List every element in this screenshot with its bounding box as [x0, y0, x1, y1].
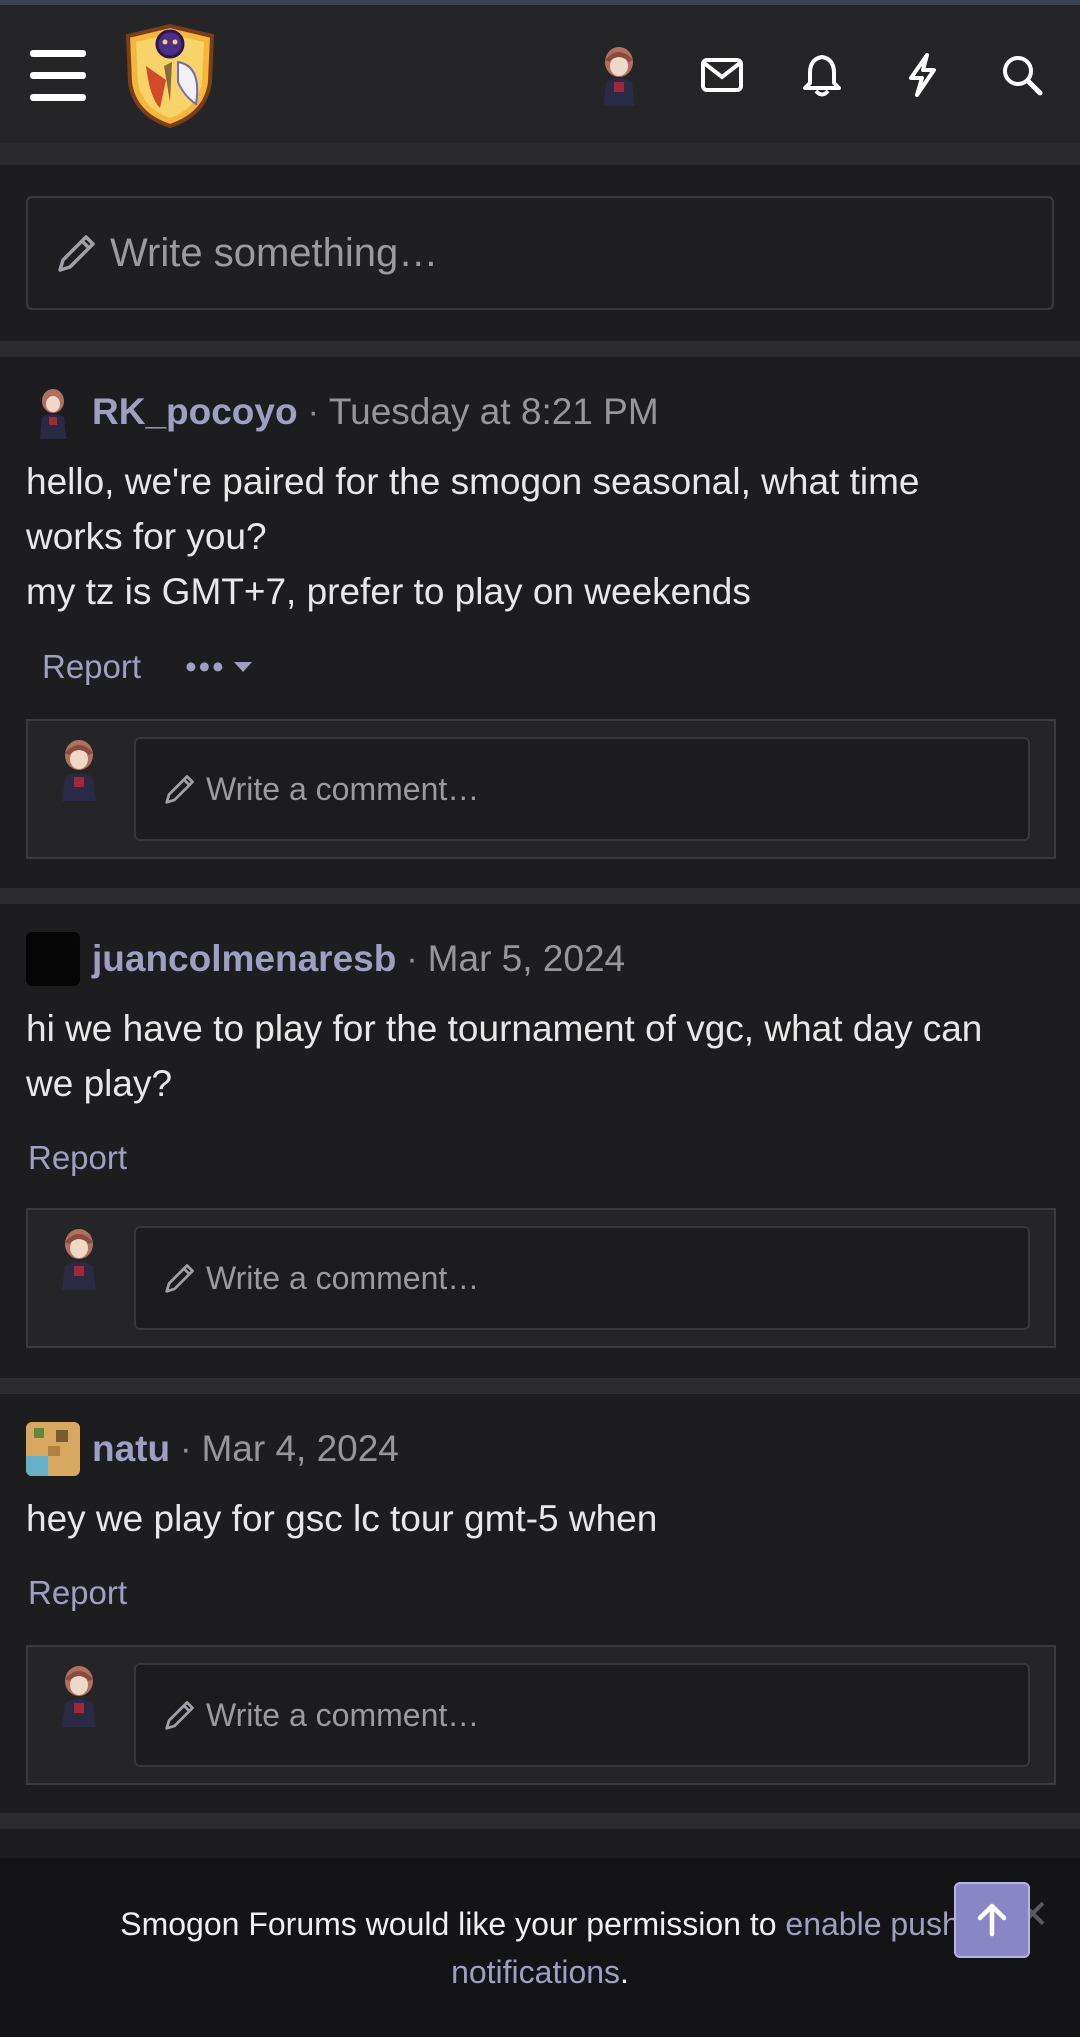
- bell-icon[interactable]: [790, 43, 854, 107]
- ellipsis-icon: •••: [185, 648, 226, 685]
- header-divider: [0, 143, 1080, 165]
- avatar: [50, 737, 108, 801]
- post-header: juancolmenaresb · Mar 5, 2024: [26, 931, 625, 987]
- post-message: hello, we're paired for the smogon seaso…: [26, 454, 1056, 619]
- comment-input[interactable]: Write a comment…: [134, 1663, 1030, 1767]
- report-link[interactable]: Report: [28, 1139, 127, 1177]
- notification-text: Smogon Forums would like your permission…: [120, 1906, 786, 1942]
- bolt-icon[interactable]: [890, 43, 954, 107]
- enable-push-link[interactable]: notifications: [451, 1954, 620, 1990]
- post-message: hey we play for gsc lc tour gmt-5 when: [26, 1491, 1056, 1546]
- arrow-up-icon: [977, 1903, 1007, 1937]
- message-line: hello, we're paired for the smogon seaso…: [26, 461, 920, 502]
- comment-section: Write a comment…: [26, 1208, 1056, 1348]
- user-avatar[interactable]: [586, 43, 652, 107]
- post-date[interactable]: Mar 5, 2024: [428, 938, 625, 980]
- separator-dot: ·: [307, 392, 319, 431]
- message-line: we play?: [26, 1063, 173, 1104]
- post-actions: Report •••: [42, 648, 254, 686]
- pencil-icon: [165, 1701, 194, 1730]
- notification-message: Smogon Forums would like your permission…: [40, 1900, 1040, 1996]
- push-notification-banner: Smogon Forums would like your permission…: [0, 1858, 1080, 2037]
- comment-placeholder: Write a comment…: [206, 770, 480, 807]
- site-logo[interactable]: [120, 22, 220, 130]
- post-header: RK_pocoyo · Tuesday at 8:21 PM: [26, 384, 659, 440]
- envelope-icon[interactable]: [690, 43, 754, 107]
- avatar: [50, 1663, 108, 1727]
- section-divider: [0, 1813, 1080, 1829]
- pencil-icon: [58, 235, 95, 272]
- report-link[interactable]: Report: [28, 1574, 127, 1612]
- caret-down-icon: [233, 662, 252, 672]
- post-actions: Report: [28, 1574, 127, 1612]
- report-link[interactable]: Report: [42, 648, 141, 686]
- separator-dot: ·: [180, 1429, 192, 1468]
- username-link[interactable]: juancolmenaresb: [92, 938, 396, 980]
- avatar[interactable]: [26, 385, 80, 439]
- message-line: hi we have to play for the tournament of…: [26, 1008, 983, 1049]
- enable-push-link[interactable]: enable push: [785, 1906, 959, 1942]
- comment-input[interactable]: Write a comment…: [134, 737, 1030, 841]
- avatar[interactable]: [26, 1422, 80, 1476]
- avatar: [50, 1226, 108, 1290]
- search-icon[interactable]: [990, 43, 1054, 107]
- menu-icon[interactable]: [30, 50, 86, 102]
- section-divider: [0, 341, 1080, 357]
- comment-input[interactable]: Write a comment…: [134, 1226, 1030, 1330]
- separator-dot: ·: [406, 939, 418, 978]
- username-link[interactable]: natu: [92, 1428, 170, 1470]
- post-date[interactable]: Mar 4, 2024: [201, 1428, 398, 1470]
- comment-placeholder: Write a comment…: [206, 1696, 480, 1733]
- comment-section: Write a comment…: [26, 1645, 1056, 1785]
- more-options-menu[interactable]: •••: [185, 648, 254, 686]
- post-actions: Report: [28, 1139, 127, 1177]
- post-header: natu · Mar 4, 2024: [26, 1421, 399, 1477]
- post-date[interactable]: Tuesday at 8:21 PM: [329, 391, 659, 433]
- notification-text: .: [620, 1954, 629, 1990]
- avatar[interactable]: [26, 932, 80, 986]
- section-divider: [0, 1378, 1080, 1394]
- scroll-to-top-button[interactable]: [954, 1882, 1030, 1958]
- composer-placeholder: Write something…: [110, 230, 439, 275]
- top-nav-bar: [0, 5, 1080, 143]
- post-message: hi we have to play for the tournament of…: [26, 1001, 1056, 1111]
- comment-placeholder: Write a comment…: [206, 1259, 480, 1296]
- comment-section: Write a comment…: [26, 719, 1056, 859]
- message-line: my tz is GMT+7, prefer to play on weeken…: [26, 571, 751, 612]
- message-line: works for you?: [26, 516, 267, 557]
- username-link[interactable]: RK_pocoyo: [92, 391, 298, 433]
- pencil-icon: [165, 775, 194, 804]
- pencil-icon: [165, 1264, 194, 1293]
- status-composer[interactable]: Write something…: [26, 196, 1054, 310]
- section-divider: [0, 888, 1080, 904]
- message-line: hey we play for gsc lc tour gmt-5 when: [26, 1498, 658, 1539]
